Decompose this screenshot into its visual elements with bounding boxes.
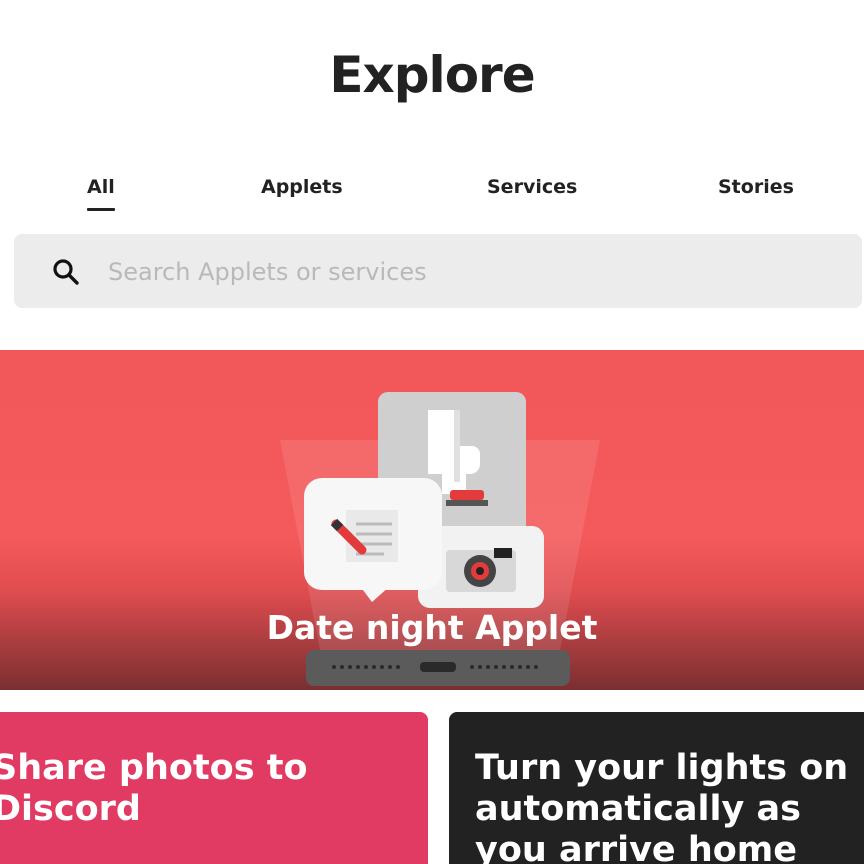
applet-card-lights[interactable]: Turn your lights on automatically as you… [449, 712, 864, 864]
search-bar[interactable] [14, 234, 862, 308]
tab-bar: All Applets Services Stories [0, 176, 864, 220]
active-tab-indicator [87, 208, 115, 211]
applet-card-title: Turn your lights on automatically as you… [475, 748, 849, 864]
page-title: Explore [329, 46, 535, 104]
tab-stories-label: Stories [718, 176, 794, 198]
tab-all[interactable]: All [87, 176, 115, 211]
tab-stories[interactable]: Stories [718, 176, 794, 198]
tab-applets-label: Applets [261, 176, 343, 198]
search-icon [53, 259, 79, 285]
applet-card-share-photos[interactable]: Share photos to Discord [0, 712, 428, 864]
tab-services[interactable]: Services [487, 176, 577, 198]
explore-page: Explore All Applets Services Stories Sea… [0, 0, 864, 864]
search-input[interactable] [106, 248, 830, 296]
applet-card-title: Share photos to Discord [0, 748, 308, 829]
tab-all-label: All [87, 176, 115, 198]
hero-banner[interactable]: Date night Applet [0, 350, 864, 690]
tab-applets[interactable]: Applets [261, 176, 343, 198]
tab-services-label: Services [487, 176, 578, 198]
hero-title: Date night Applet [266, 608, 598, 647]
